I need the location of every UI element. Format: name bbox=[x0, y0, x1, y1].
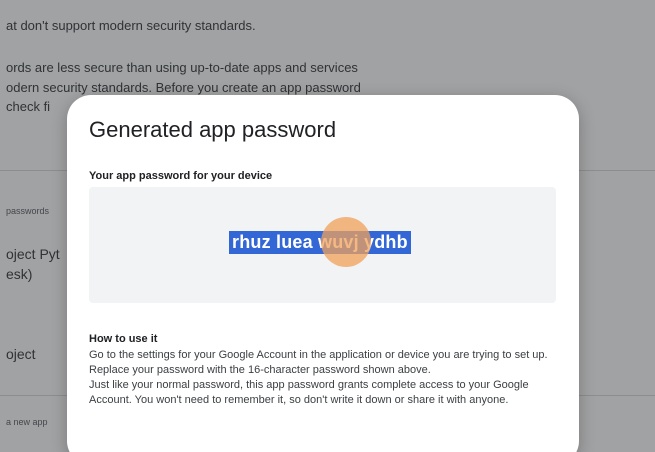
how-to-use-paragraph: Go to the settings for your Google Accou… bbox=[89, 349, 548, 376]
app-password-text[interactable]: rhuz luea wuvj ydhb bbox=[229, 231, 411, 254]
dialog-title: Generated app password bbox=[89, 117, 337, 142]
how-to-use-paragraph: Just like your normal password, this app… bbox=[89, 379, 529, 406]
app-password-page: at don't support modern security standar… bbox=[0, 0, 655, 452]
password-display-box: rhuz luea wuvj ydhb bbox=[89, 187, 556, 303]
dialog-subtitle: Your app password for your device bbox=[89, 170, 273, 182]
how-to-use-heading: How to use it bbox=[89, 333, 158, 345]
generated-app-password-dialog: Generated app password Your app password… bbox=[67, 95, 579, 452]
how-to-use-body: Go to the settings for your Google Accou… bbox=[89, 348, 559, 408]
